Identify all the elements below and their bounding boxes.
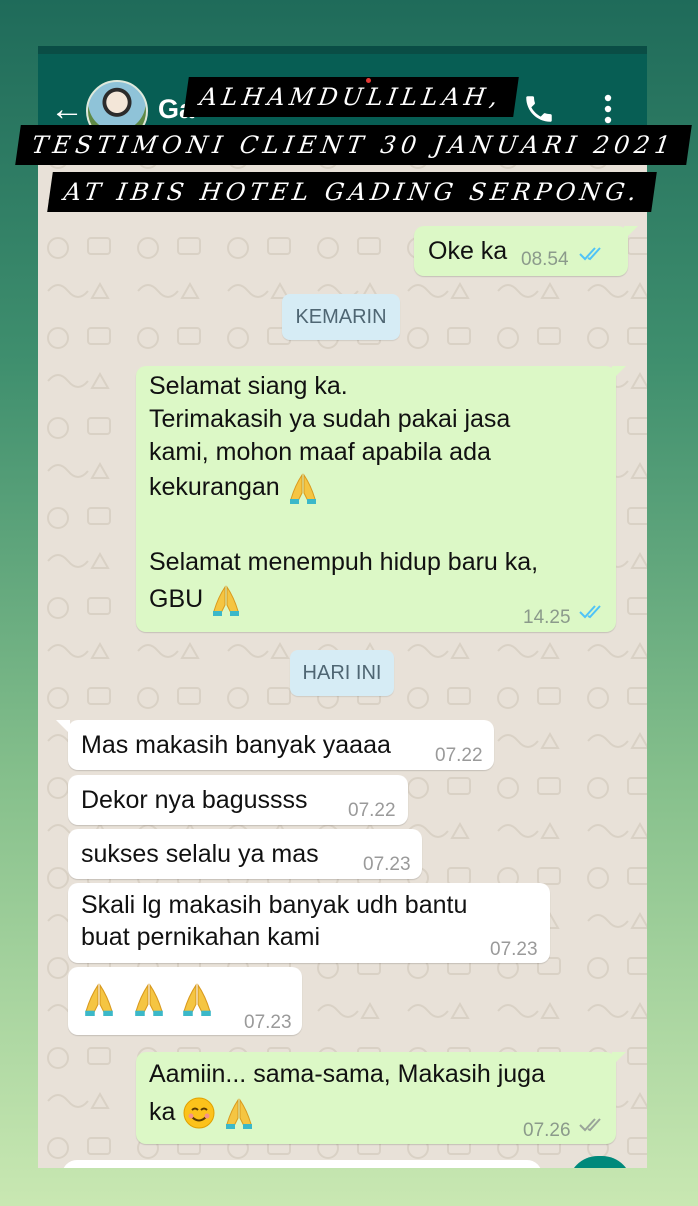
smiling-face-icon (183, 1097, 215, 1129)
back-arrow-icon[interactable]: ← (50, 92, 84, 126)
message-time: 07.23 (244, 1012, 292, 1033)
message-time: 07.26 (523, 1120, 571, 1141)
message-outgoing[interactable]: Aamiin... sama-sama, Makasih juga ka 07.… (136, 1052, 616, 1144)
message-text: sukses selalu ya mas (81, 840, 319, 868)
message-line: Selamat siang ka. (149, 372, 348, 400)
notification-dot (366, 78, 371, 83)
message-time: 07.22 (435, 745, 483, 766)
message-time: 07.23 (490, 939, 538, 960)
praying-hands-icon (135, 983, 163, 1016)
message-line-with-emoji: ka (149, 1096, 255, 1130)
message-time: 07.23 (363, 854, 411, 875)
sent-ticks-icon (579, 1118, 601, 1132)
date-chip-today: HARI INI (290, 650, 394, 696)
message-line: Skali lg makasih banyak udh bantu (81, 891, 468, 919)
message-time: 08.54 (521, 249, 569, 270)
praying-hands-icon (289, 473, 316, 505)
message-time: 14.25 (523, 607, 571, 628)
message-line: Selamat menempuh hidup baru ka, (149, 548, 539, 576)
message-text: Oke ka (428, 237, 508, 265)
message-line: kami, mohon maaf apabila ada (149, 438, 491, 466)
message-line: kekurangan (149, 473, 280, 501)
message-line: Terimakasih ya sudah pakai jasa (149, 405, 511, 433)
date-chip-yesterday: KEMARIN (282, 294, 400, 340)
message-time: 07.22 (348, 800, 396, 821)
message-line: GBU (149, 585, 204, 613)
read-ticks-icon (579, 605, 601, 619)
message-outgoing[interactable]: Oke ka 08.54 (414, 226, 628, 276)
message-text: Dekor nya bagussss (81, 786, 308, 814)
praying-hands-icon (226, 1098, 253, 1130)
bubble-tail (612, 1052, 626, 1066)
message-line: ka (149, 1098, 176, 1126)
caption-line: TESTIMONI CLIENT 30 JANUARI 2021 (15, 125, 692, 165)
message-incoming[interactable]: Mas makasih banyak yaaaa 07.22 (68, 720, 494, 770)
message-line-with-emoji: kekurangan (149, 471, 319, 505)
caption-line: AT IBIS HOTEL GADING SERPONG. (47, 172, 658, 212)
message-incoming[interactable]: sukses selalu ya mas 07.23 (68, 829, 422, 879)
message-outgoing[interactable]: Selamat siang ka. Terimakasih ya sudah p… (136, 366, 616, 632)
message-incoming[interactable]: 07.23 (68, 967, 302, 1035)
praying-hands-icon (183, 983, 211, 1016)
message-text: Mas makasih banyak yaaaa (81, 731, 391, 759)
message-line: Aamiin... sama-sama, Makasih juga (149, 1060, 545, 1088)
praying-hands-icon (85, 983, 113, 1016)
chat-screen: ← Ga Oke ka 08.54 KEMARIN Selamat siang … (38, 46, 647, 1168)
praying-hands-icon (213, 585, 240, 617)
message-line: buat pernikahan kami (81, 923, 321, 951)
bubble-tail (624, 226, 638, 240)
message-line-with-emoji: GBU (149, 583, 242, 617)
read-ticks-icon (579, 247, 601, 261)
call-icon[interactable] (522, 92, 556, 126)
bubble-tail (612, 366, 626, 380)
caption-line: ALHAMDULILLAH, (183, 77, 519, 117)
menu-icon[interactable] (596, 92, 620, 126)
bubble-tail (56, 720, 70, 734)
message-incoming[interactable]: Skali lg makasih banyak udh bantu buat p… (68, 883, 550, 963)
message-incoming[interactable]: Dekor nya bagussss 07.22 (68, 775, 408, 825)
message-input[interactable] (62, 1160, 542, 1168)
